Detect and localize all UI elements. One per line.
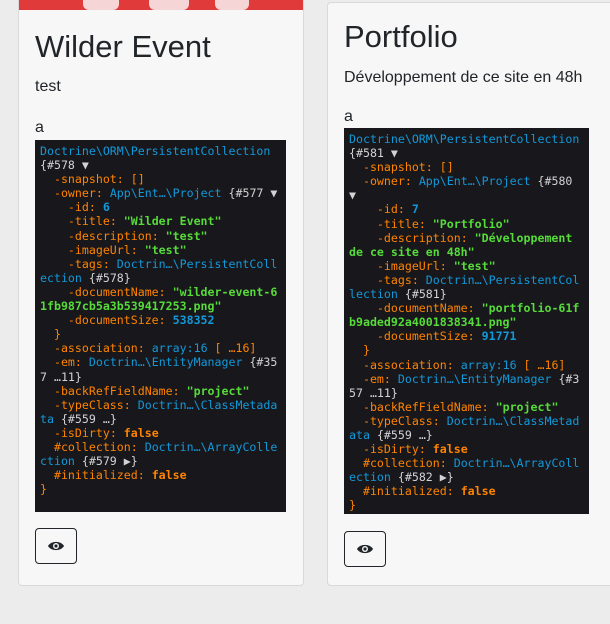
collapse-toggle[interactable]: ▼ (270, 186, 277, 200)
view-button[interactable] (344, 531, 386, 567)
tag-text: a (35, 119, 44, 136)
card-title: Portfolio (344, 19, 458, 54)
dump-class: Doctrine\ORM\PersistentCollection (40, 144, 271, 158)
card-description: Développement de ce site en 48h (344, 69, 583, 86)
project-card-portfolio: Portfolio Développement de ce site en 48… (327, 2, 610, 586)
collapse-toggle[interactable]: ▼ (391, 146, 398, 160)
eye-icon (48, 541, 64, 551)
view-button[interactable] (35, 528, 77, 564)
card-description: test (35, 78, 61, 95)
project-card-wilder-event: Wilder Event test a Doctrine\ORM\Persist… (18, 0, 304, 586)
var-dump: Doctrine\ORM\PersistentCollection {#581 … (344, 128, 589, 514)
card-title: Wilder Event (35, 29, 211, 64)
dump-ref: {#581 (349, 146, 384, 161)
eye-icon (357, 544, 373, 554)
tag-text: a (344, 108, 353, 125)
project-image-strip (19, 0, 303, 10)
collapse-toggle[interactable]: ▼ (82, 158, 89, 172)
collapse-toggle[interactable]: ▼ (349, 188, 356, 202)
dump-class: Doctrine\ORM\PersistentCollection (349, 132, 580, 146)
dump-ref: {#578 (40, 158, 75, 173)
var-dump: Doctrine\ORM\PersistentCollection {#578 … (35, 140, 286, 512)
